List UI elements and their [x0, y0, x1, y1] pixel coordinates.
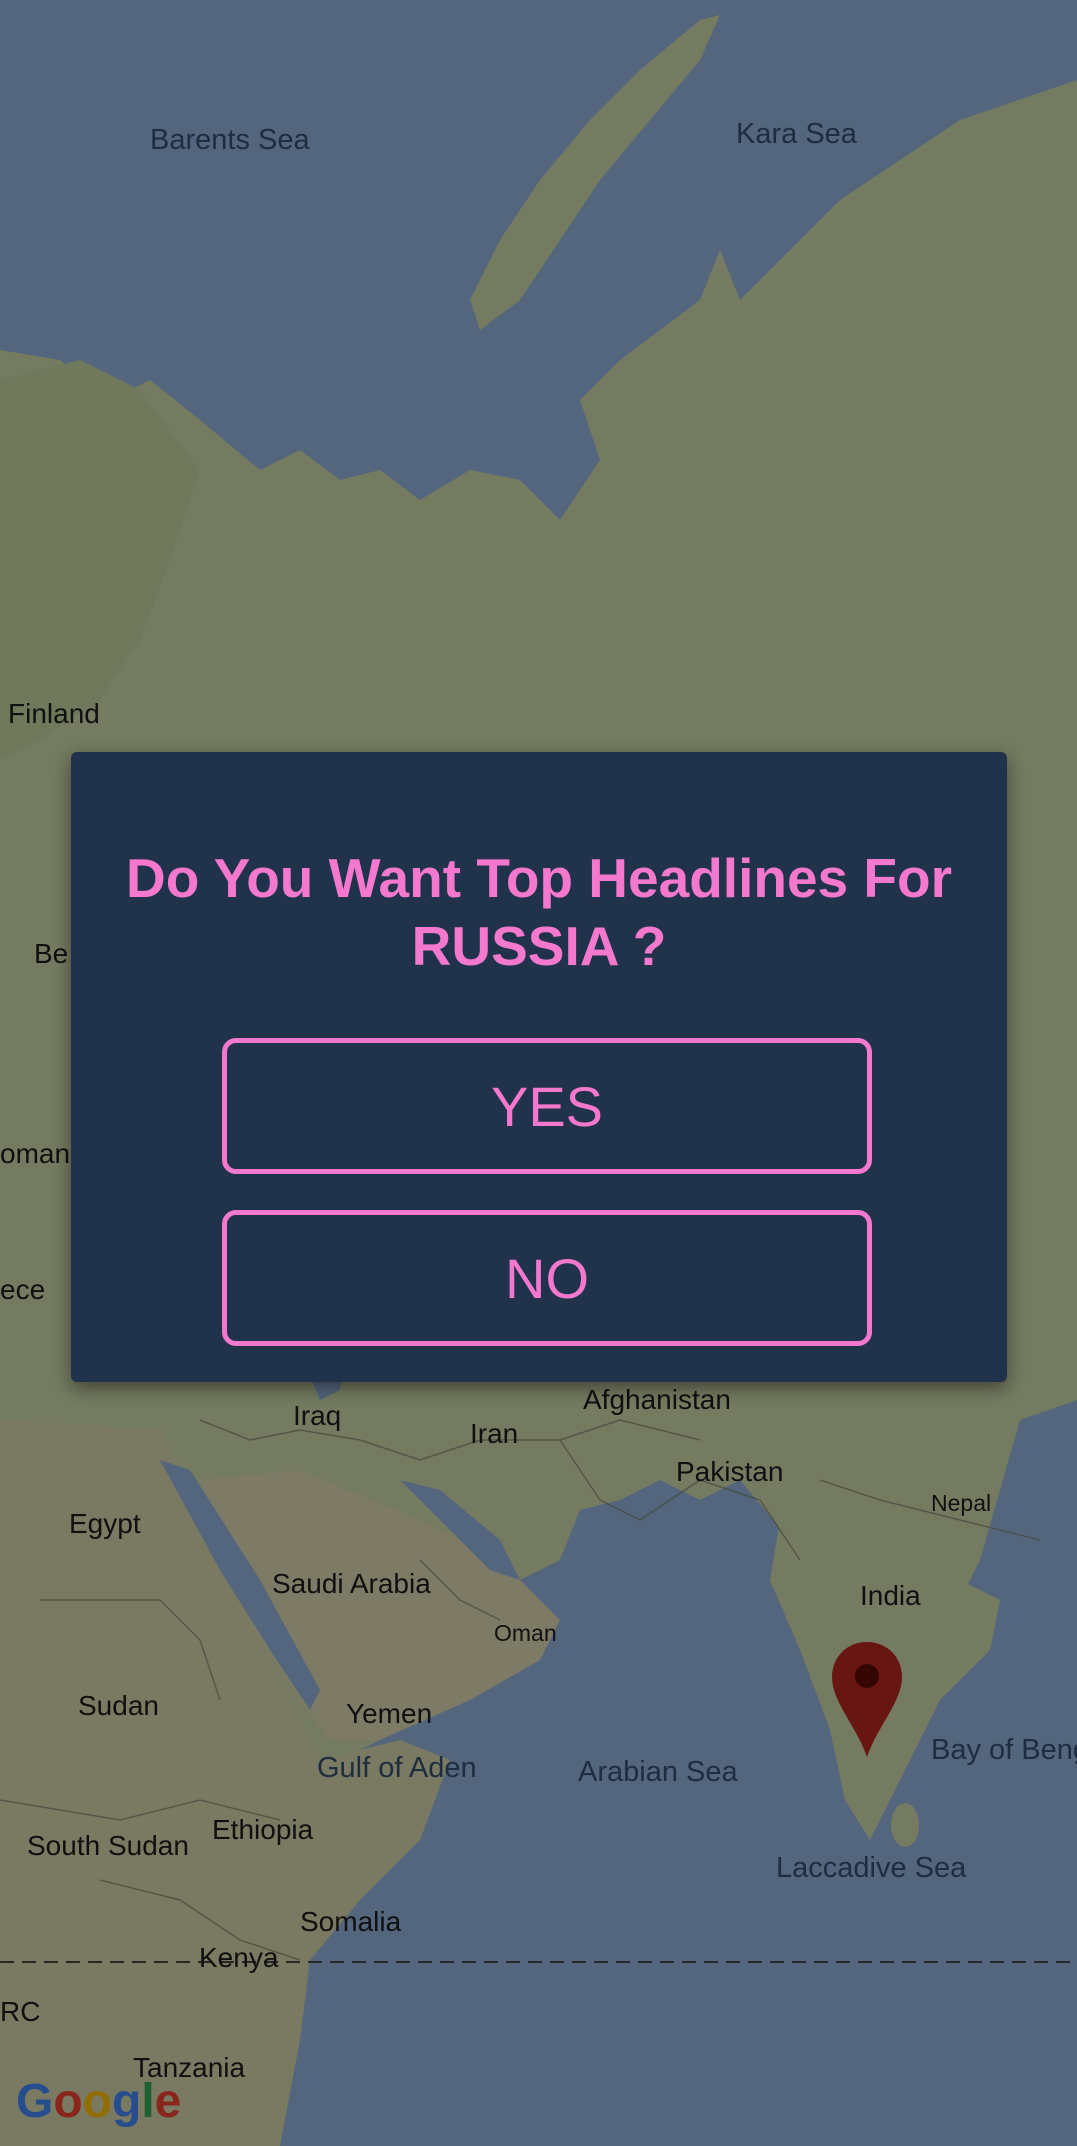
- dialog-title: Do You Want Top Headlines For RUSSIA ?: [125, 847, 953, 977]
- yes-button[interactable]: YES: [222, 1038, 872, 1174]
- no-button[interactable]: NO: [222, 1210, 872, 1346]
- headlines-dialog: Do You Want Top Headlines For RUSSIA ? Y…: [71, 752, 1007, 1382]
